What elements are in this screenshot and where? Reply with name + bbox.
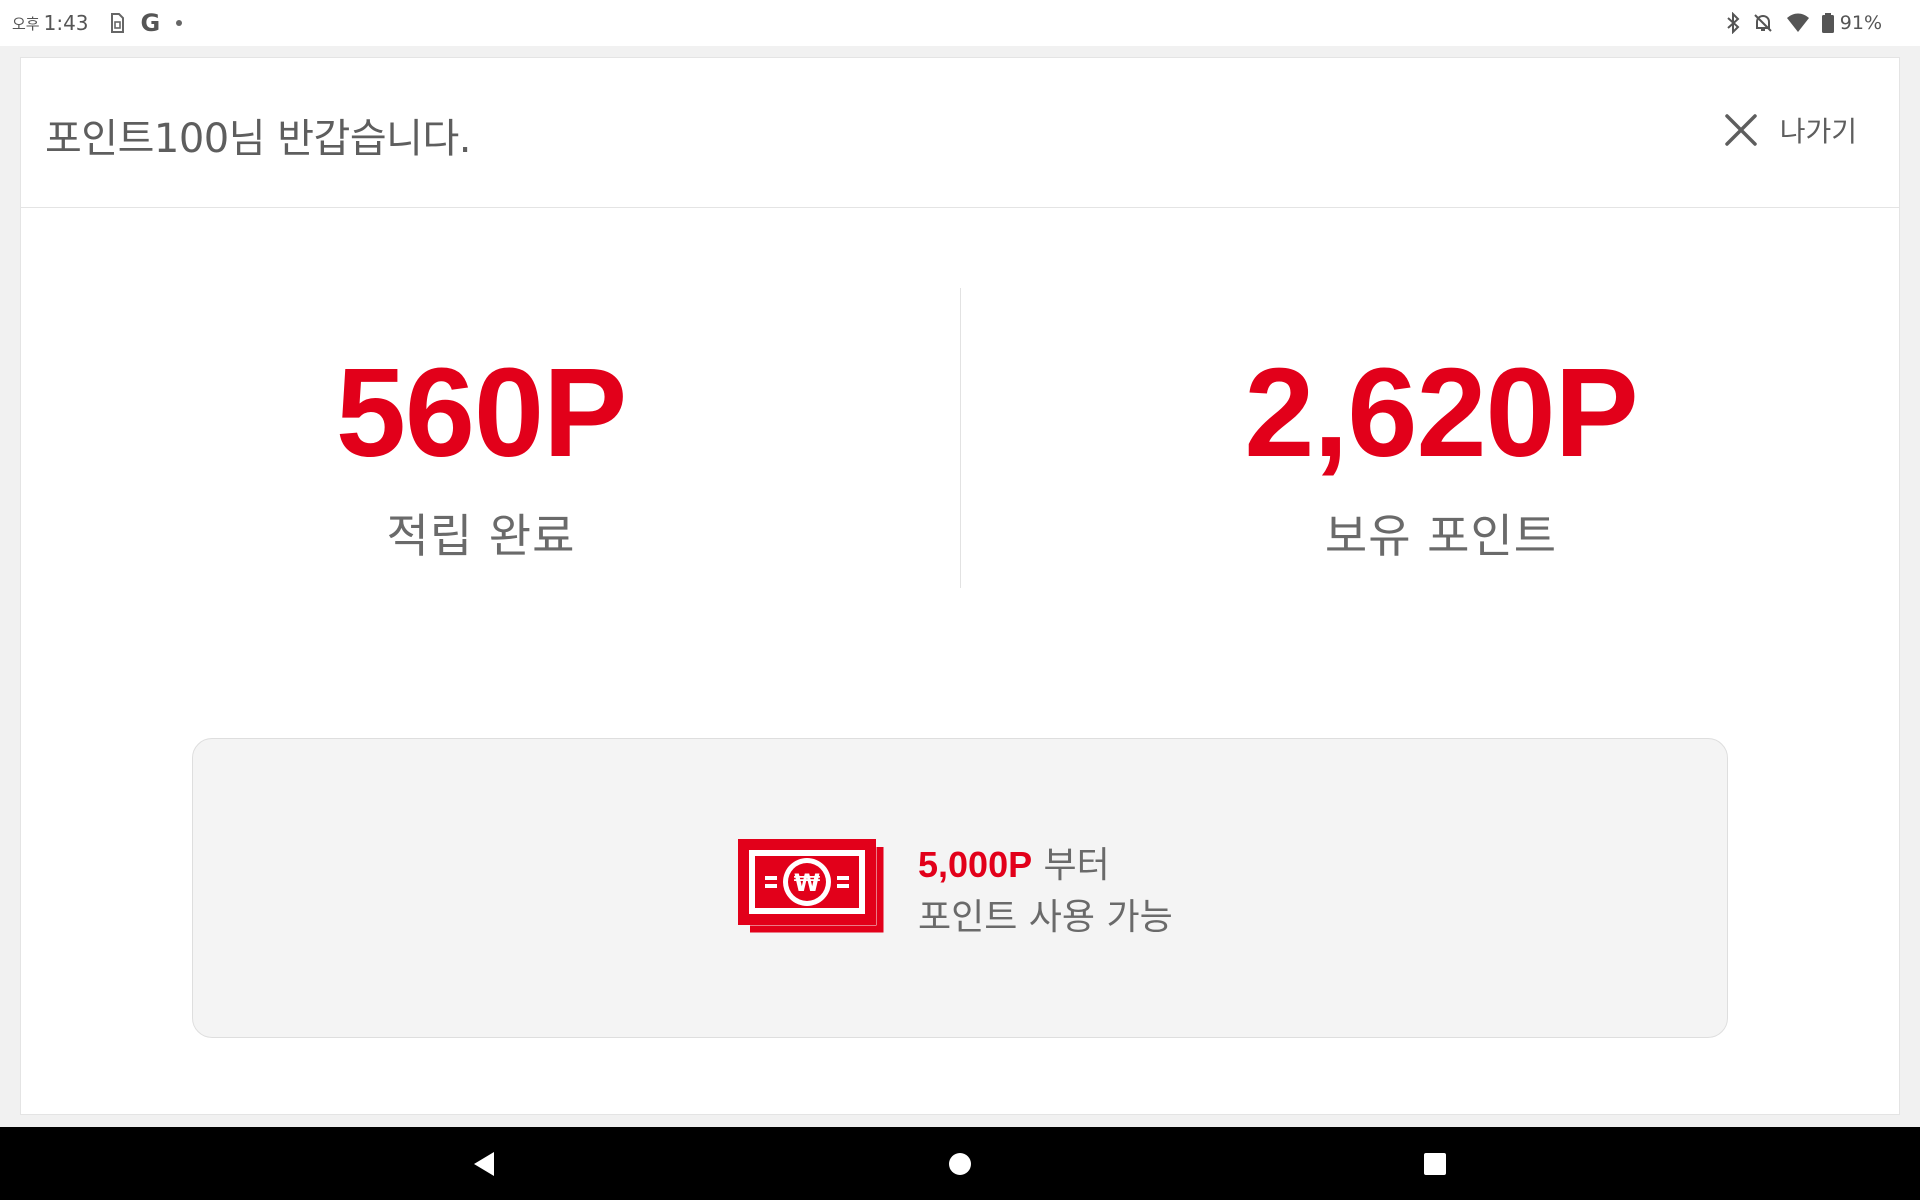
- back-icon: [474, 1152, 494, 1176]
- status-left: 오후 1:43 G: [12, 9, 198, 37]
- stats-divider: [960, 288, 961, 588]
- close-icon: [1724, 113, 1758, 147]
- earned-points-value: 560P: [335, 342, 627, 483]
- navigation-bar: [0, 1127, 1920, 1200]
- usage-info-line2: 포인트 사용 가능: [918, 897, 1173, 938]
- usage-info-line1: 5,000P 부터: [918, 839, 1173, 892]
- svg-text:₩: ₩: [794, 869, 821, 897]
- points-stats: 560P 적립 완료 2,620P 보유 포인트: [21, 288, 1899, 588]
- home-icon: [949, 1153, 971, 1175]
- points-card: 포인트100님 반갑습니다. 나가기 560P 적립 완료 2,620P 보유 …: [20, 57, 1900, 1115]
- status-bar: 오후 1:43 G 91%: [0, 0, 1920, 46]
- money-bill-icon: ₩: [738, 839, 888, 941]
- status-right: 91%: [1726, 10, 1882, 36]
- min-usage-suffix: 부터: [1032, 845, 1110, 886]
- back-button[interactable]: [467, 1147, 501, 1181]
- balance-points-label: 보유 포인트: [1324, 509, 1558, 563]
- home-button[interactable]: [943, 1147, 977, 1181]
- notification-dot-icon: [176, 20, 183, 26]
- earned-points: 560P 적립 완료: [21, 348, 941, 566]
- recents-button[interactable]: [1418, 1147, 1452, 1181]
- battery-icon: [1821, 13, 1834, 33]
- notifications-off-icon: [1752, 12, 1774, 34]
- earned-points-label: 적립 완료: [386, 509, 576, 563]
- wifi-icon: [1786, 13, 1810, 33]
- card-header: 포인트100님 반갑습니다. 나가기: [21, 58, 1899, 208]
- recents-icon: [1424, 1153, 1446, 1175]
- min-usage-amount: 5,000P: [918, 844, 1033, 885]
- balance-points: 2,620P 보유 포인트: [981, 348, 1901, 566]
- exit-button[interactable]: 나가기: [1724, 110, 1857, 150]
- google-icon: G: [140, 9, 161, 37]
- status-time: 1:43: [43, 11, 89, 35]
- bluetooth-icon: [1726, 12, 1740, 34]
- battery-level: 91%: [1839, 12, 1882, 34]
- balance-points-value: 2,620P: [1244, 342, 1638, 483]
- sim-icon: [109, 13, 125, 33]
- exit-label: 나가기: [1779, 115, 1857, 148]
- usage-info-box: ₩ 5,000P 부터 포인트 사용 가능: [192, 738, 1728, 1038]
- greeting-title: 포인트100님 반갑습니다.: [45, 116, 471, 162]
- usage-info-text: 5,000P 부터 포인트 사용 가능: [918, 839, 1173, 944]
- status-ampm: 오후: [12, 14, 40, 33]
